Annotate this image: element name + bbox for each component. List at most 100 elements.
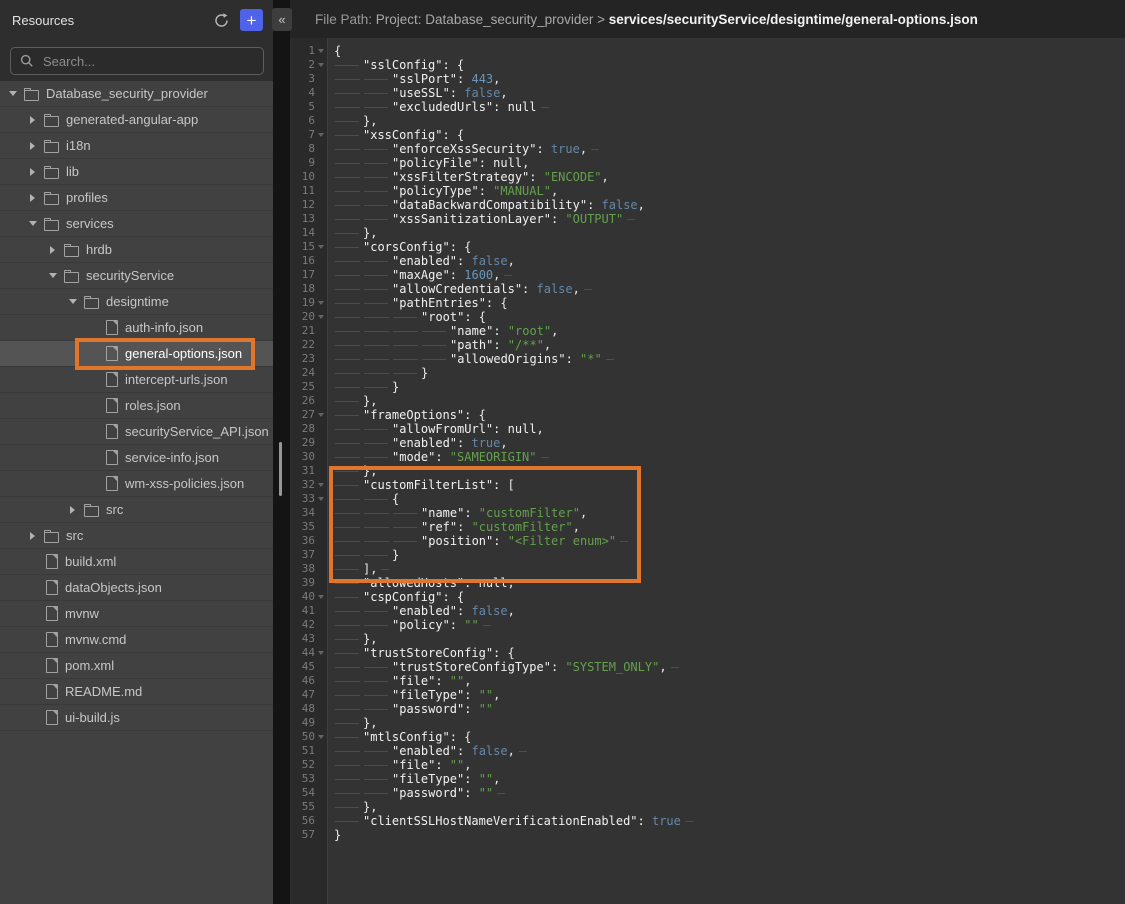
code-line-content[interactable]: "customFilterList": [ [328,478,1125,492]
code-line[interactable]: 30"mode": "SAMEORIGIN" [290,450,1125,464]
code-line-content[interactable]: "position": "<Filter enum>" [328,534,1125,548]
code-line[interactable]: 26}, [290,394,1125,408]
chevron-right-icon[interactable] [28,115,37,124]
code-line-content[interactable]: }, [328,394,1125,408]
code-line-content[interactable]: "allowFromUrl": null, [328,422,1125,436]
code-line[interactable]: 22"path": "/**", [290,338,1125,352]
tree-item-wm-xss-policies.json[interactable]: wm-xss-policies.json [0,471,273,497]
tree-item-intercept-urls.json[interactable]: intercept-urls.json [0,367,273,393]
tree-item-src[interactable]: src [0,497,273,523]
code-line[interactable]: 57} [290,828,1125,842]
code-line-content[interactable]: "password": "" [328,702,1125,716]
code-line-content[interactable]: } [328,366,1125,380]
code-line-content[interactable]: "mode": "SAMEORIGIN" [328,450,1125,464]
fold-slot[interactable] [315,595,326,599]
refresh-button[interactable] [210,9,232,31]
sidebar-scrollbar-thumb[interactable] [279,442,282,496]
chevron-right-icon[interactable] [48,245,57,254]
fold-slot[interactable] [315,497,326,501]
chevron-down-icon[interactable] [68,297,77,306]
code-line[interactable]: 10"xssFilterStrategy": "ENCODE", [290,170,1125,184]
code-line[interactable]: 53"fileType": "", [290,772,1125,786]
code-line-content[interactable]: "xssConfig": { [328,128,1125,142]
code-line-content[interactable]: } [328,828,1125,842]
code-line[interactable]: 23"allowedOrigins": "*" [290,352,1125,366]
code-line[interactable]: 5"excludedUrls": null [290,100,1125,114]
code-line-content[interactable]: "sslPort": 443, [328,72,1125,86]
chevron-right-icon[interactable] [28,167,37,176]
code-line-content[interactable]: "xssFilterStrategy": "ENCODE", [328,170,1125,184]
tree-item-auth-info.json[interactable]: auth-info.json [0,315,273,341]
code-line-content[interactable]: "frameOptions": { [328,408,1125,422]
code-line-content[interactable]: "xssSanitizationLayer": "OUTPUT" [328,212,1125,226]
code-line-content[interactable]: "policyFile": null, [328,156,1125,170]
collapse-sidebar-button[interactable]: « [272,8,292,31]
code-line-content[interactable]: "ref": "customFilter", [328,520,1125,534]
code-line[interactable]: 15"corsConfig": { [290,240,1125,254]
code-line[interactable]: 2"sslConfig": { [290,58,1125,72]
code-line[interactable]: 20"root": { [290,310,1125,324]
code-line-content[interactable]: "enforceXssSecurity": true, [328,142,1125,156]
code-line[interactable]: 52"file": "", [290,758,1125,772]
code-line-content[interactable]: }, [328,464,1125,478]
search-input[interactable] [41,53,254,70]
code-line[interactable]: 29"enabled": true, [290,436,1125,450]
fold-slot[interactable] [315,413,326,417]
tree-item-generated-angular-app[interactable]: generated-angular-app [0,107,273,133]
code-line[interactable]: 41"enabled": false, [290,604,1125,618]
code-line[interactable]: 50"mtlsConfig": { [290,730,1125,744]
tree-item-ui-build.js[interactable]: ui-build.js [0,705,273,731]
code-line[interactable]: 33{ [290,492,1125,506]
code-line-content[interactable]: "password": "" [328,786,1125,800]
code-line-content[interactable]: ], [328,562,1125,576]
code-line[interactable]: 55}, [290,800,1125,814]
code-line-content[interactable]: "allowedHosts": null, [328,576,1125,590]
chevron-right-icon[interactable] [28,193,37,202]
code-line-content[interactable]: "name": "customFilter", [328,506,1125,520]
tree-item-securityService[interactable]: securityService [0,263,273,289]
code-line-content[interactable]: "clientSSLHostNameVerificationEnabled": … [328,814,1125,828]
code-line[interactable]: 36"position": "<Filter enum>" [290,534,1125,548]
code-line[interactable]: 17"maxAge": 1600, [290,268,1125,282]
chevron-right-icon[interactable] [68,505,77,514]
code-line[interactable]: 21"name": "root", [290,324,1125,338]
chevron-down-icon[interactable] [8,89,17,98]
code-line-content[interactable]: "useSSL": false, [328,86,1125,100]
code-line[interactable]: 39"allowedHosts": null, [290,576,1125,590]
tree-item-designtime[interactable]: designtime [0,289,273,315]
fold-slot[interactable] [315,245,326,249]
code-line[interactable]: 1{ [290,44,1125,58]
code-line-content[interactable]: { [328,492,1125,506]
code-line[interactable]: 48"password": "" [290,702,1125,716]
code-line-content[interactable]: "root": { [328,310,1125,324]
fold-slot[interactable] [315,483,326,487]
code-line-content[interactable]: "file": "", [328,758,1125,772]
code-line-content[interactable]: } [328,548,1125,562]
code-line-content[interactable]: }, [328,226,1125,240]
code-line[interactable]: 6}, [290,114,1125,128]
code-line-content[interactable]: "corsConfig": { [328,240,1125,254]
code-line[interactable]: 8"enforceXssSecurity": true, [290,142,1125,156]
fold-slot[interactable] [315,735,326,739]
code-line-content[interactable]: }, [328,114,1125,128]
code-line-content[interactable]: "fileType": "", [328,772,1125,786]
code-line-content[interactable]: }, [328,800,1125,814]
tree-item-dataObjects.json[interactable]: dataObjects.json [0,575,273,601]
tree-item-pom.xml[interactable]: pom.xml [0,653,273,679]
fold-slot[interactable] [315,315,326,319]
code-line-content[interactable]: "trustStoreConfig": { [328,646,1125,660]
tree-item-Database_security_provider[interactable]: Database_security_provider [0,81,273,107]
tree-item-general-options.json[interactable]: general-options.json [0,341,273,367]
tree-item-README.md[interactable]: README.md [0,679,273,705]
code-line[interactable]: 54"password": "" [290,786,1125,800]
code-line[interactable]: 27"frameOptions": { [290,408,1125,422]
code-line[interactable]: 31}, [290,464,1125,478]
code-line-content[interactable]: "enabled": false, [328,254,1125,268]
tree-item-services[interactable]: services [0,211,273,237]
tree-item-service-info.json[interactable]: service-info.json [0,445,273,471]
code-line-content[interactable]: "mtlsConfig": { [328,730,1125,744]
code-line-content[interactable]: "excludedUrls": null [328,100,1125,114]
code-line[interactable]: 24} [290,366,1125,380]
code-line[interactable]: 7"xssConfig": { [290,128,1125,142]
code-line-content[interactable]: "allowedOrigins": "*" [328,352,1125,366]
